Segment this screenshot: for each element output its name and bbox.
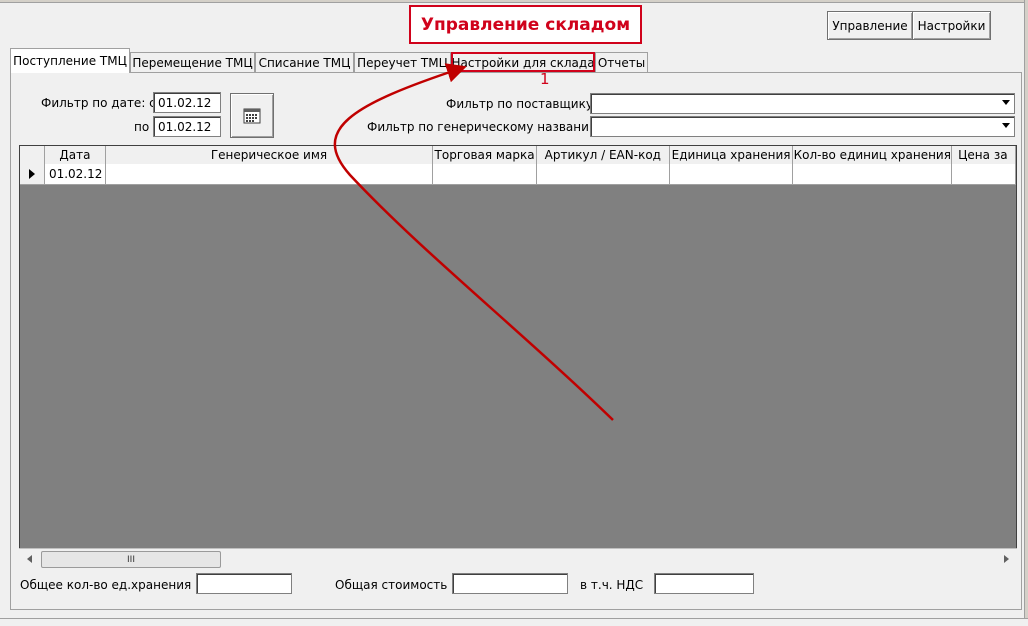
cell-unit-count[interactable]	[793, 164, 953, 184]
annotation-number: 1	[540, 70, 550, 88]
cell-brand[interactable]	[433, 164, 537, 184]
app-title: Управление складом	[409, 5, 642, 44]
tab-incoming-goods[interactable]: Поступление ТМЦ	[10, 48, 130, 73]
total-units-field[interactable]	[196, 573, 292, 594]
current-row-icon	[28, 169, 35, 179]
tab-goods-transfer[interactable]: Перемещение ТМЦ	[130, 52, 255, 72]
row-selector[interactable]	[20, 164, 45, 184]
chevron-down-icon[interactable]	[1002, 100, 1010, 105]
cell-date[interactable]: 01.02.12	[45, 164, 106, 184]
goods-grid[interactable]: Дата Генерическое имя Торговая марка Арт…	[19, 145, 1017, 568]
supplier-filter-label: Фильтр по поставщику	[446, 97, 593, 111]
generic-name-filter-label: Фильтр по генерическому названию	[367, 120, 600, 134]
total-cost-field[interactable]	[452, 573, 568, 594]
column-header-price[interactable]: Цена за	[952, 146, 1016, 164]
chevron-down-icon[interactable]	[1002, 123, 1010, 128]
column-header-brand[interactable]: Торговая марка	[433, 146, 537, 164]
table-row[interactable]: 01.02.12	[20, 164, 1016, 185]
window-bottom-edge	[0, 618, 1028, 626]
cell-storage-unit[interactable]	[670, 164, 794, 184]
total-units-label: Общее кол-во ед.хранения	[20, 578, 192, 592]
scroll-thumb-grip: III	[127, 554, 135, 565]
column-header-unit-count[interactable]: Кол-во единиц хранения	[793, 146, 953, 164]
management-button[interactable]: Управление	[827, 11, 913, 40]
date-to-label: по	[134, 120, 150, 134]
cell-article[interactable]	[537, 164, 670, 184]
supplier-filter-combo[interactable]	[590, 93, 1015, 114]
date-to-field[interactable]: 01.02.12	[153, 116, 221, 137]
settings-button[interactable]: Настройки	[912, 11, 991, 40]
scroll-right-icon[interactable]	[1004, 555, 1009, 563]
horizontal-scrollbar[interactable]: III	[19, 548, 1017, 568]
vat-field[interactable]	[654, 573, 754, 594]
calendar-icon	[243, 108, 261, 123]
vat-label: в т.ч. НДС	[580, 578, 644, 592]
tab-goods-recount[interactable]: Переучет ТМЦ	[354, 52, 451, 72]
scroll-left-icon[interactable]	[27, 555, 32, 563]
date-filter-label: Фильтр по дате: с	[41, 96, 156, 110]
window-right-edge	[1024, 0, 1028, 626]
column-header-storage-unit[interactable]: Единица хранения	[670, 146, 794, 164]
column-header-article[interactable]: Артикул / EAN-код	[537, 146, 670, 164]
grid-corner	[20, 146, 45, 164]
cell-price[interactable]	[952, 164, 1016, 184]
window-top-edge	[0, 0, 1028, 3]
scroll-thumb[interactable]: III	[41, 551, 221, 568]
calendar-button[interactable]	[230, 93, 274, 138]
total-cost-label: Общая стоимость	[335, 578, 448, 592]
date-from-field[interactable]: 01.02.12	[153, 92, 221, 113]
tab-reports[interactable]: Отчеты	[595, 52, 648, 72]
generic-name-filter-combo[interactable]	[590, 116, 1015, 137]
grid-header: Дата Генерическое имя Торговая марка Арт…	[20, 146, 1016, 165]
column-header-date[interactable]: Дата	[45, 146, 106, 164]
tab-goods-writeoff[interactable]: Списание ТМЦ	[255, 52, 354, 72]
tab-warehouse-settings[interactable]: Настройки для склада	[451, 52, 595, 72]
column-header-generic-name[interactable]: Генерическое имя	[106, 146, 434, 164]
cell-generic-name[interactable]	[106, 164, 434, 184]
